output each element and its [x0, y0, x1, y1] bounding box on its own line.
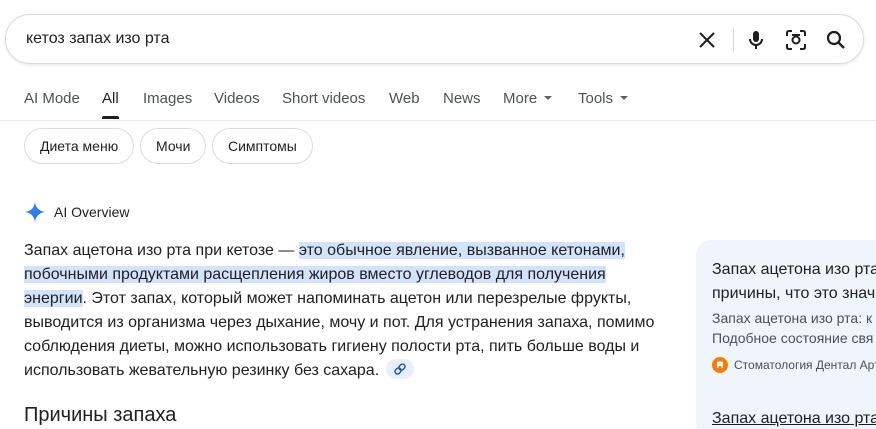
ai-overview-text: Запах ацетона изо рта при кетозе — это о… — [24, 239, 664, 383]
tab-short-videos[interactable]: Short videos — [282, 90, 365, 107]
chip-diet-menu[interactable]: Диета меню — [24, 128, 135, 164]
search-icon[interactable] — [824, 28, 848, 52]
tab-more[interactable]: More — [503, 90, 553, 107]
microphone-icon[interactable] — [744, 28, 768, 52]
chevron-down-icon — [544, 96, 553, 101]
ai-overview-header: AI Overview — [24, 200, 129, 224]
tab-videos[interactable]: Videos — [214, 90, 260, 107]
source-link-button[interactable] — [385, 358, 414, 379]
camera-lens-icon[interactable] — [784, 28, 808, 52]
card-title[interactable]: Запах ацетона изо рта причины, что это з… — [712, 258, 876, 306]
tab-all[interactable]: All — [102, 90, 119, 107]
chip-urine[interactable]: Мочи — [140, 128, 207, 164]
search-bar-divider — [733, 27, 734, 53]
overview-intro: Запах ацетона изо рта при кетозе — — [24, 242, 299, 259]
card-snippet: Запах ацетона изо рта: к Подобное состоя… — [712, 308, 876, 348]
overview-body: . Этот запах, который может напоминать а… — [24, 290, 655, 379]
card-source-name: Стоматология Дентал Арт — [734, 358, 876, 372]
sparkle-icon — [24, 201, 46, 223]
clear-icon[interactable] — [695, 28, 719, 52]
tabs-divider — [0, 120, 876, 121]
chip-symptoms[interactable]: Симптомы — [212, 128, 313, 164]
section-heading: Причины запаха — [24, 404, 177, 426]
chevron-down-icon — [620, 96, 629, 101]
source-card[interactable]: Запах ацетона изо рта причины, что это з… — [696, 240, 876, 429]
link-icon — [393, 363, 406, 375]
search-input[interactable]: кетоз запах изо рта — [26, 30, 169, 48]
card-second-link[interactable]: Запах ацетона изо рта — [712, 410, 876, 428]
search-bar[interactable]: кетоз запах изо рта — [5, 14, 864, 64]
tab-more-label: More — [503, 90, 538, 107]
ai-overview-label: AI Overview — [54, 204, 130, 220]
tab-web[interactable]: Web — [389, 90, 420, 107]
card-snippet-line2: Подобное состояние свя — [712, 330, 874, 346]
tooth-favicon-icon — [712, 357, 728, 373]
tab-news[interactable]: News — [443, 90, 481, 107]
search-tabs: AI Mode All Images Videos Short videos W… — [0, 84, 876, 120]
tab-images[interactable]: Images — [143, 90, 192, 107]
active-tab-indicator — [102, 116, 119, 119]
card-source[interactable]: Стоматология Дентал Арт — [712, 357, 876, 373]
card-snippet-line1: Запах ацетона изо рта: к — [712, 310, 873, 326]
tab-ai-mode[interactable]: AI Mode — [24, 90, 80, 107]
tools-button[interactable]: Tools — [578, 90, 629, 107]
card-title-line2: причины, что это знач — [712, 285, 876, 302]
card-title-line1: Запах ацетона изо рта — [712, 261, 876, 278]
tools-label: Tools — [578, 90, 614, 107]
